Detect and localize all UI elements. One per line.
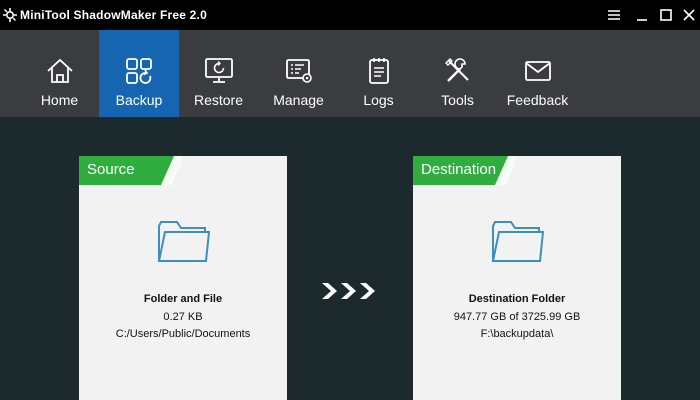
nav-home-label: Home <box>40 92 79 108</box>
close-icon <box>683 9 695 21</box>
nav-logs[interactable]: Logs <box>339 30 418 117</box>
maximize-button[interactable] <box>658 7 674 23</box>
manage-icon <box>285 59 312 83</box>
restore-icon <box>204 58 233 83</box>
nav-feedback-label: Feedback <box>506 92 569 108</box>
nav-backup[interactable]: Backup <box>99 30 179 117</box>
minimize-button[interactable] <box>634 7 650 23</box>
menu-button[interactable] <box>606 7 622 23</box>
destination-size: 947.77 GB of 3725.99 GB <box>453 311 581 323</box>
destination-card[interactable]: Destination Destination Folder 947.77 GB… <box>413 156 621 400</box>
nav-backup-label: Backup <box>115 92 163 108</box>
main-nav: Home Backup Restore Manage Logs Tools Fe… <box>0 30 700 117</box>
folder-icon <box>157 221 211 262</box>
source-size: 0.27 KB <box>163 311 203 323</box>
destination-tab-label: Destination <box>421 161 497 178</box>
nav-manage-label: Manage <box>273 92 324 108</box>
close-button[interactable] <box>681 7 697 23</box>
destination-path: F:\backupdata\ <box>480 328 554 340</box>
source-title: Folder and File <box>143 293 223 305</box>
nav-feedback[interactable]: Feedback <box>498 30 577 117</box>
nav-tools[interactable]: Tools <box>418 30 497 117</box>
nav-restore-label: Restore <box>193 92 244 108</box>
maximize-icon <box>660 9 672 21</box>
nav-logs-label: Logs <box>363 92 394 108</box>
tools-icon <box>444 58 469 82</box>
nav-home[interactable]: Home <box>20 30 99 117</box>
app-logo-icon <box>3 8 17 22</box>
nav-tools-label: Tools <box>441 92 474 108</box>
minimize-icon <box>637 19 647 21</box>
home-icon <box>46 58 73 83</box>
menu-icon <box>608 10 620 20</box>
source-path: C:/Users/Public/Documents <box>115 328 251 340</box>
folder-icon <box>491 221 545 262</box>
title-bar: MiniTool ShadowMaker Free 2.0 <box>0 0 700 30</box>
nav-manage[interactable]: Manage <box>259 30 338 117</box>
source-card[interactable]: Source Folder and File 0.27 KB C:/Users/… <box>79 156 287 400</box>
feedback-icon <box>524 61 551 81</box>
logs-icon <box>368 58 389 84</box>
nav-restore[interactable]: Restore <box>179 30 258 117</box>
destination-title: Destination Folder <box>468 293 566 305</box>
direction-arrows-icon <box>322 283 375 299</box>
window-title: MiniTool ShadowMaker Free 2.0 <box>20 8 207 22</box>
backup-icon <box>126 58 152 84</box>
source-tab-label: Source <box>87 161 135 178</box>
